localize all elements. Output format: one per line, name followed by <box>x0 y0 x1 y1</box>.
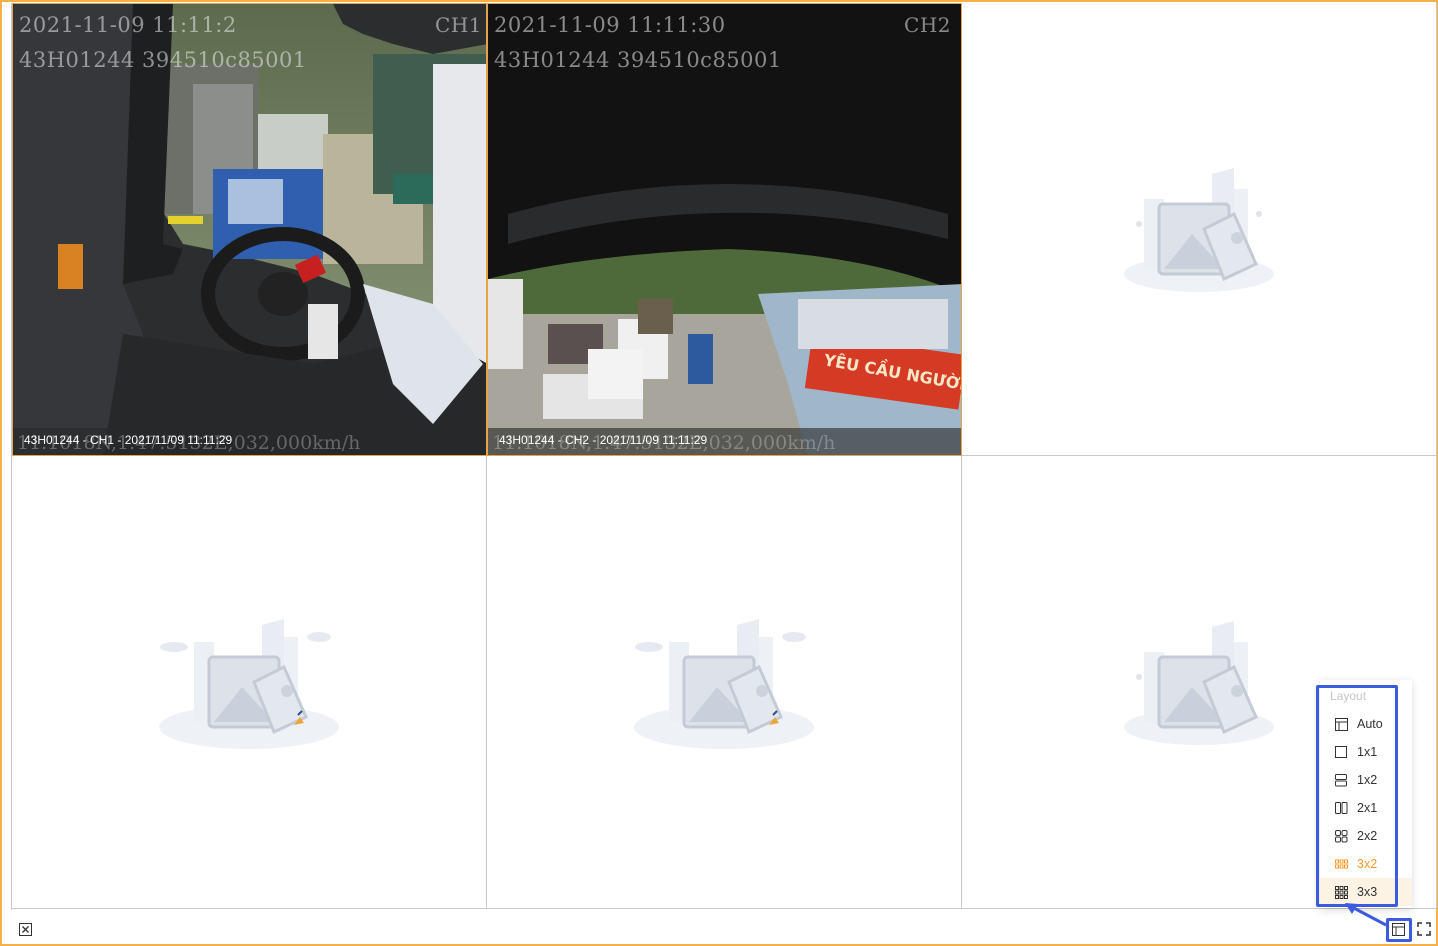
layout-2x1-icon <box>1335 801 1348 814</box>
layout-3x3-icon <box>1335 885 1348 899</box>
layout-auto-icon <box>1335 717 1348 731</box>
layout-option-1x1[interactable]: 1x1 <box>1320 738 1412 766</box>
layout-option-label: 2x2 <box>1357 829 1378 843</box>
bottom-toolbar <box>4 911 1438 946</box>
close-all-icon <box>18 922 32 936</box>
layout-3x2-icon <box>1335 859 1348 868</box>
layout-option-label: 1x1 <box>1357 745 1378 759</box>
ch1-caption: 43H01244 - CH1 - 2021/11/09 11:11:29 <box>24 433 233 447</box>
layout-menu-title: Layout <box>1330 689 1367 703</box>
ch2-osd-id: 43H01244 394510c85001 <box>494 48 782 72</box>
empty-cell-5[interactable] <box>487 456 962 909</box>
ch2-osd-channel: CH2 <box>904 13 951 37</box>
layout-option-label: 2x1 <box>1357 801 1378 815</box>
video-cell-ch2[interactable]: YÊU CẦU NGƯỜI DÂN CHẤP 2021-11-09 11:11:… <box>487 3 962 456</box>
layout-option-2x1[interactable]: 2x1 <box>1320 794 1412 822</box>
layout-menu: Layout Auto 1x1 1x2 2x1 2x2 3x2 3x3 <box>1320 680 1412 908</box>
empty-cell-3[interactable] <box>962 3 1437 456</box>
no-video-illustration <box>609 607 839 757</box>
fullscreen-icon <box>1417 922 1431 936</box>
ch1-osd-channel: CH1 <box>435 13 482 37</box>
video-grid: 2021-11-09 11:11:2 CH1 43H01244 394510c8… <box>11 3 1437 910</box>
video-cell-ch1[interactable]: 2021-11-09 11:11:2 CH1 43H01244 394510c8… <box>12 3 487 456</box>
ch2-caption: 43H01244 - CH2 - 2021/11/09 11:11:29 <box>499 433 708 447</box>
layout-option-label: 3x3 <box>1357 885 1378 899</box>
no-video-illustration <box>1084 154 1314 304</box>
layout-option-3x2[interactable]: 3x2 <box>1320 850 1412 878</box>
layout-option-label: 3x2 <box>1357 857 1378 871</box>
layout-1x2-icon <box>1335 773 1347 786</box>
annotation-arrow-icon <box>1345 903 1387 927</box>
layout-1x1-icon <box>1335 745 1347 758</box>
ch2-osd-datetime: 2021-11-09 11:11:30 <box>494 13 726 37</box>
layout-option-label: Auto <box>1357 717 1383 731</box>
no-video-illustration <box>1084 607 1314 757</box>
ch1-caption-bar: 11.1018N,1.47.5132E,032,000km/h 43H01244… <box>13 428 486 455</box>
layout-2x2-icon <box>1335 829 1348 842</box>
fullscreen-button[interactable] <box>1416 921 1432 937</box>
ch1-osd-id: 43H01244 394510c85001 <box>19 48 307 72</box>
close-all-button[interactable] <box>17 921 33 937</box>
layout-option-2x2[interactable]: 2x2 <box>1320 822 1412 850</box>
layout-option-auto[interactable]: Auto <box>1320 710 1412 738</box>
empty-cell-4[interactable] <box>12 456 487 909</box>
no-video-illustration <box>134 607 364 757</box>
layout-option-1x2[interactable]: 1x2 <box>1320 766 1412 794</box>
ch1-osd-datetime: 2021-11-09 11:11:2 <box>19 13 237 37</box>
video-wall-window: 2021-11-09 11:11:2 CH1 43H01244 394510c8… <box>0 0 1438 946</box>
ch2-caption-bar: 11.1018N,1.47.5132E,032,000km/h 43H01244… <box>488 428 961 455</box>
layout-option-label: 1x2 <box>1357 773 1378 787</box>
